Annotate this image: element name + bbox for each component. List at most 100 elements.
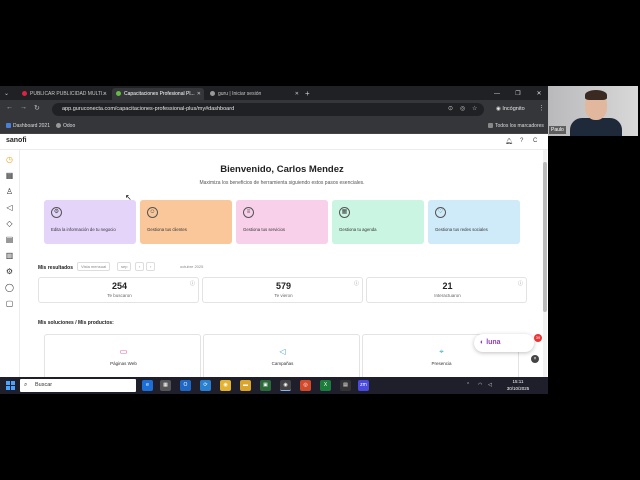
stat-card-searched: ⓘ 254 Te buscaron (38, 277, 199, 303)
help-icon[interactable]: ? (520, 138, 523, 144)
tab-capacitaciones[interactable]: Capacitaciones Profesional Pl... ✕ (112, 88, 204, 100)
next-period-button[interactable]: › (146, 262, 156, 271)
browser-window: ⌄ PUBLICAR PUBLICIDAD MULTI... ✕ Capacit… (0, 86, 548, 394)
action-card-clients[interactable]: ☺ Gestiona tus clientes (140, 200, 232, 244)
forward-icon[interactable]: → (20, 104, 27, 111)
chat-icon[interactable]: ◯ (4, 282, 15, 293)
view-mode-select[interactable]: Vista mensual (77, 262, 111, 271)
folder-icon (488, 123, 493, 128)
terminal-icon[interactable]: ▣ (260, 380, 271, 391)
all-bookmarks[interactable]: Todos los marcadores (488, 118, 544, 134)
minimize-icon[interactable]: — (490, 88, 504, 100)
close-tab-icon[interactable]: ✕ (103, 88, 107, 100)
stat-value: 579 (275, 281, 292, 291)
tab-publicar[interactable]: PUBLICAR PUBLICIDAD MULTI... ✕ (18, 88, 110, 100)
action-card-services[interactable]: ≡ Gestiona tus servicios (236, 200, 328, 244)
period-label: octubre 2025 (180, 264, 204, 269)
maximize-icon[interactable]: ❐ (511, 88, 525, 100)
menu-icon[interactable]: ⋮ (538, 104, 545, 112)
incognito-label[interactable]: ◉ Incógnito (496, 103, 525, 116)
building-icon[interactable]: ▥ (4, 250, 15, 261)
dashboard-icon[interactable]: ◷ (4, 154, 15, 165)
webcam-person-body (570, 118, 622, 136)
browser-icon: ▭ (119, 347, 128, 356)
close-tab-icon[interactable]: ✕ (295, 88, 299, 100)
app-header: sanofi 🔔︎ ? C (0, 134, 548, 150)
desktop-screen: ⌄ PUBLICAR PUBLICIDAD MULTI... ✕ Capacit… (0, 0, 640, 480)
new-tab-button[interactable]: + (305, 88, 310, 100)
excel-icon[interactable]: X (320, 380, 331, 391)
page-title: Bienvenido, Carlos Mendez (220, 164, 344, 175)
action-label: Gestiona tus clientes (147, 227, 187, 232)
sidebar: ◷ ▦ ♙ ◁ ◇ ▤ ▥ ⚙ ◯ ▢ (0, 150, 20, 394)
tab-search-icon[interactable]: ⌄ (4, 88, 9, 100)
chrome-window-icon[interactable]: ◉ (280, 380, 291, 391)
action-label: Gestiona tu agenda (339, 227, 377, 232)
sync-icon[interactable]: ⟳ (200, 380, 211, 391)
lens-icon[interactable]: ⊙ (448, 103, 453, 116)
action-card-social[interactable]: ♡ Gestiona tus redes sociales (428, 200, 520, 244)
scroll-thumb[interactable] (543, 162, 547, 312)
tag-icon[interactable]: ◇ (4, 218, 15, 229)
lock-icon[interactable]: ▢ (4, 298, 15, 309)
product-label: Páginas Web (110, 361, 137, 366)
zoom-icon[interactable]: zm (358, 380, 369, 391)
back-icon[interactable]: ← (6, 104, 13, 111)
chrome-icon[interactable]: ◉ (220, 380, 231, 391)
prev-period-button[interactable]: ‹ (135, 262, 145, 271)
star-icon[interactable]: ☆ (472, 103, 477, 116)
wifi-icon[interactable]: ◠ (478, 382, 482, 388)
stat-card-interacted: ⓘ 21 Interactuaron (366, 277, 527, 303)
tab-guru[interactable]: guru | Iniciar sesión ✕ (206, 88, 302, 100)
windows-start-icon[interactable] (6, 381, 15, 390)
webcam-overlay: Paulo (548, 86, 638, 136)
edge-icon[interactable]: e (142, 380, 153, 391)
action-card-business[interactable]: ⚙ Edita la información de tu negocio (44, 200, 136, 244)
gear-icon: ⚙ (51, 207, 62, 218)
bell-icon[interactable]: 🔔︎ (505, 138, 513, 145)
luna-logo: ◐ luna (480, 339, 501, 346)
table-icon[interactable]: ▦ (4, 170, 15, 181)
month-select[interactable]: sep (117, 262, 132, 271)
notification-badge: 39 (534, 334, 542, 342)
document-icon[interactable]: ▤ (4, 234, 15, 245)
close-tab-icon[interactable]: ✕ (197, 88, 201, 100)
folder-icon[interactable]: ▬ (240, 380, 251, 391)
close-icon[interactable]: × (531, 355, 539, 363)
bookmark-dashboard[interactable]: Dashboard 2021 (6, 118, 50, 134)
favicon-icon (210, 91, 215, 96)
store-icon[interactable]: ▦ (160, 380, 171, 391)
bookmark-icon (6, 123, 11, 128)
volume-icon[interactable]: ◁ (488, 382, 492, 388)
clock-time: 15:11 (512, 379, 524, 384)
user-avatar-icon[interactable]: C (533, 138, 537, 144)
eye-off-icon[interactable]: ◎ (460, 103, 465, 116)
url-text[interactable]: app.guruconecta.com/capacitaciones-profe… (62, 103, 234, 116)
services-icon: ≡ (243, 207, 254, 218)
scrollbar[interactable] (543, 150, 547, 394)
system-clock[interactable]: 15:11 30/10/2025 (498, 378, 538, 392)
luna-assistant-button[interactable]: ◐ luna (474, 334, 534, 352)
view-mode-label: Vista mensual (81, 264, 107, 269)
results-title: Mis resultados (38, 265, 74, 271)
search-placeholder: Buscar (35, 382, 53, 388)
webcam-person-hair (585, 90, 607, 100)
bookmark-icon (56, 123, 61, 128)
taskbar-search[interactable]: ⌕ Buscar (20, 379, 136, 392)
month-label: sep (121, 264, 128, 269)
notes-icon[interactable]: ▤ (340, 380, 351, 391)
stat-value: 21 (442, 281, 453, 291)
omnibox[interactable]: app.guruconecta.com/capacitaciones-profe… (52, 103, 484, 116)
tray-chevron-icon[interactable]: ⌃ (466, 382, 470, 388)
bookmark-odoo[interactable]: Odoo (56, 118, 75, 134)
reload-icon[interactable]: ↻ (34, 104, 40, 112)
action-card-agenda[interactable]: ▦ Gestiona tu agenda (332, 200, 424, 244)
app-icon[interactable]: ◎ (300, 380, 311, 391)
outlook-icon[interactable]: O (180, 380, 191, 391)
user-icon[interactable]: ♙ (4, 186, 15, 197)
brand-logo: sanofi (6, 137, 27, 144)
megaphone-icon[interactable]: ◁ (4, 202, 15, 213)
close-window-icon[interactable]: ✕ (532, 88, 546, 100)
gear-icon[interactable]: ⚙ (4, 266, 15, 277)
favicon-icon (22, 91, 27, 96)
